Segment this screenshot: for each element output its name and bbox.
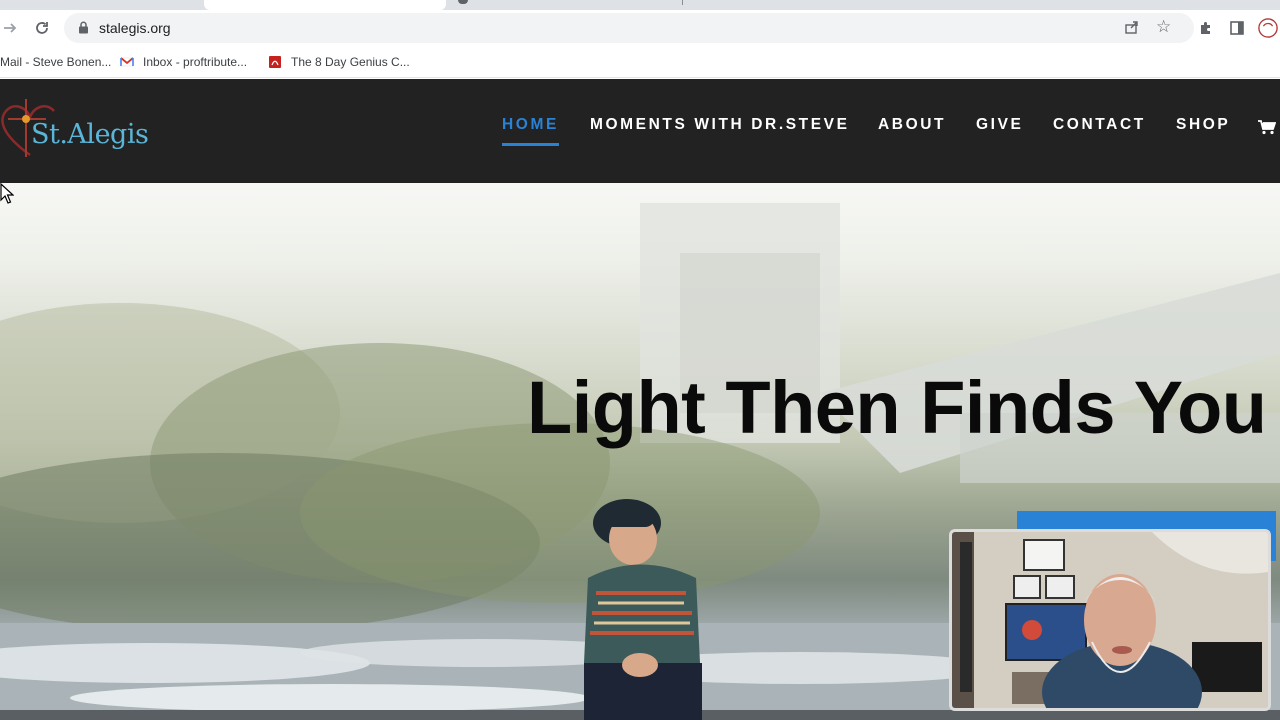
side-panel-icon[interactable] (1227, 18, 1247, 38)
hero-section: Light Then Finds You (0, 183, 1280, 720)
bookmark-label: Mail - Steve Bonen... (0, 55, 112, 69)
address-bar[interactable]: stalegis.org ☆ (64, 13, 1194, 43)
nav-active-underline (502, 143, 559, 146)
bookmarks-bar: Mail - Steve Bonen... Inbox - proftribut… (0, 46, 1280, 78)
mouse-cursor-icon (0, 183, 14, 204)
lock-icon[interactable] (78, 21, 89, 34)
webcam-video-feed (952, 532, 1268, 708)
bookmark-label: The 8 Day Genius C... (291, 55, 410, 69)
bookmark-star-icon[interactable]: ☆ (1156, 17, 1171, 37)
url-text[interactable]: stalegis.org (99, 20, 171, 36)
nav-give[interactable]: GIVE (976, 116, 1023, 134)
bookmark-genius[interactable]: The 8 Day Genius C... (268, 53, 410, 71)
nav-shop[interactable]: SHOP (1176, 116, 1230, 134)
tab-strip (0, 0, 1280, 10)
share-icon[interactable] (1124, 19, 1140, 35)
pdf-icon (269, 56, 281, 68)
nav-moments-with-dr-steve[interactable]: MOMENTS WITH DR.STEVE (590, 116, 850, 134)
forward-icon[interactable] (0, 18, 20, 38)
extensions-puzzle-icon[interactable] (1196, 18, 1216, 38)
shopping-cart-icon[interactable] (1258, 119, 1276, 135)
site-header: St.Alegis HOME MOMENTS WITH DR.STEVE ABO… (0, 79, 1280, 183)
nav-home[interactable]: HOME (502, 116, 559, 134)
tab-separator (682, 0, 683, 5)
site-logo[interactable]: St.Alegis (0, 97, 150, 167)
active-tab[interactable] (204, 0, 446, 10)
nav-contact[interactable]: CONTACT (1053, 116, 1146, 134)
tab-favicon-icon (458, 0, 468, 4)
profile-avatar-icon[interactable] (1258, 18, 1278, 38)
browser-toolbar: stalegis.org ☆ (0, 10, 1280, 46)
bookmark-inbox[interactable]: Inbox - proftribute... (120, 53, 247, 71)
hero-headline: Light Then Finds You (527, 366, 1267, 449)
bookmark-label: Inbox - proftribute... (143, 55, 248, 69)
reload-icon[interactable] (32, 18, 52, 38)
nav-about[interactable]: ABOUT (878, 116, 946, 134)
gmail-icon (120, 57, 134, 67)
logo-text: St.Alegis (31, 119, 149, 150)
bookmark-mail[interactable]: Mail - Steve Bonen... (0, 53, 111, 71)
webcam-overlay (949, 529, 1271, 711)
